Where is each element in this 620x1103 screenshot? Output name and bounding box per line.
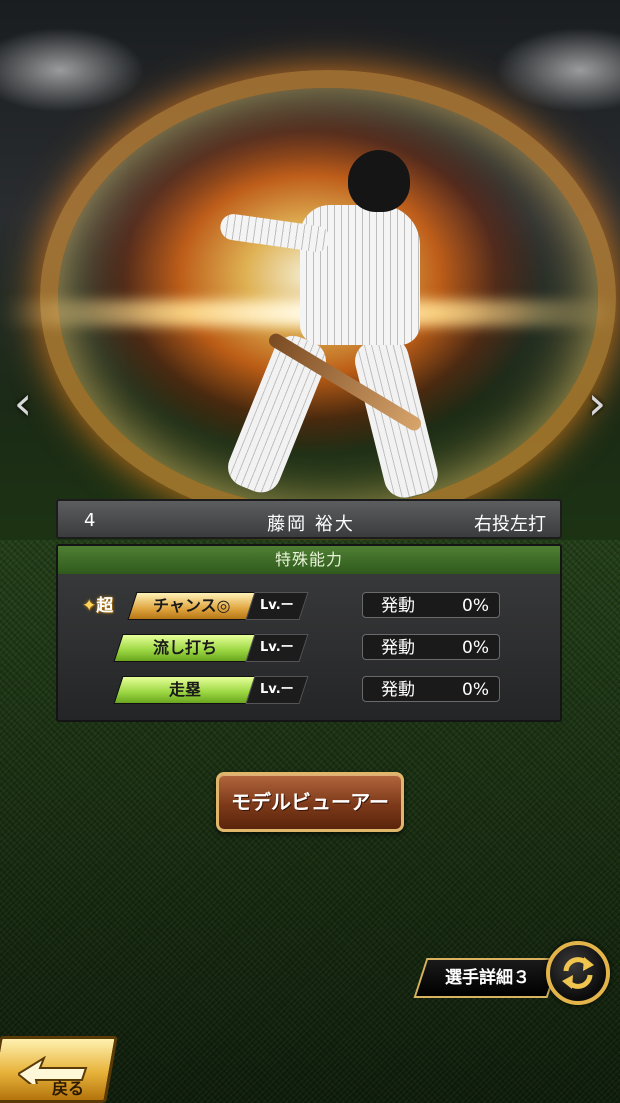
special-abilities-panel: 特殊能力 ✦超 チャンス◎ Lv.ー 発動 0% 流し打ち Lv.ー 発動 0%… <box>56 544 562 722</box>
chevron-right-icon[interactable]: › <box>580 378 614 428</box>
trigger-label: 発動 <box>381 596 415 616</box>
player-name-bar: 4 藤岡 裕大 右投左打 <box>56 499 562 539</box>
ability-name: 流し打ち <box>152 638 217 657</box>
ability-name: 走塁 <box>168 680 201 699</box>
ability-level: Lv.ー <box>245 676 309 704</box>
ability-level-text: Lv.ー <box>260 598 294 613</box>
panel-title: 特殊能力 <box>58 546 560 574</box>
ability-name-tag: 流し打ち <box>113 634 257 662</box>
player-helmet <box>348 150 410 212</box>
super-ability-marker: ✦超 <box>82 591 113 616</box>
ability-level: Lv.ー <box>245 592 309 620</box>
model-viewer-button[interactable]: モデルビューアー <box>216 772 404 832</box>
swap-button[interactable] <box>546 941 610 1005</box>
trigger-value: 0% <box>462 680 489 700</box>
player-detail-button[interactable]: 選手詳細３ <box>413 958 561 998</box>
player-detail-label: 選手詳細３ <box>444 968 530 988</box>
ability-row[interactable]: 走塁 Lv.ー 発動 0% <box>58 676 564 704</box>
ability-prefix: 超 <box>96 596 114 616</box>
chevron-left-icon[interactable]: ‹ <box>6 378 40 428</box>
trigger-value: 0% <box>462 638 489 658</box>
ability-trigger: 発動 0% <box>362 592 500 618</box>
ability-level-text: Lv.ー <box>260 682 294 697</box>
ability-row[interactable]: ✦超 チャンス◎ Lv.ー 発動 0% <box>58 592 564 620</box>
trigger-value: 0% <box>462 596 489 616</box>
ability-trigger: 発動 0% <box>362 634 500 660</box>
trigger-label: 発動 <box>381 638 415 658</box>
ability-trigger: 発動 0% <box>362 676 500 702</box>
ability-name-tag: 走塁 <box>113 676 257 704</box>
ability-level-text: Lv.ー <box>260 640 294 655</box>
player-leg-left <box>222 329 333 499</box>
swap-icon <box>562 957 594 989</box>
back-label: 戻る <box>52 1079 85 1098</box>
trigger-label: 発動 <box>381 680 415 700</box>
ability-name-tag: チャンス◎ <box>127 592 257 620</box>
player-handedness: 右投左打 <box>474 514 546 535</box>
ability-level: Lv.ー <box>245 634 309 662</box>
sparkle-icon: ✦ <box>82 596 97 616</box>
player-card-art <box>0 0 620 540</box>
ability-name: チャンス◎ <box>153 596 231 615</box>
player-image <box>200 150 442 510</box>
ability-row[interactable]: 流し打ち Lv.ー 発動 0% <box>58 634 564 662</box>
